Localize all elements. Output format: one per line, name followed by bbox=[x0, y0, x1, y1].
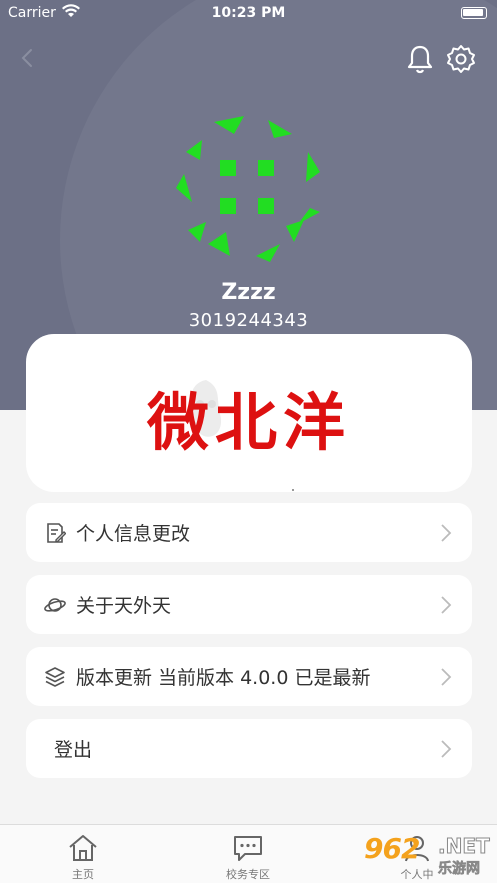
planet-icon bbox=[44, 597, 66, 612]
tab-campus-affairs[interactable]: 校务专区 bbox=[203, 833, 293, 882]
gear-icon[interactable] bbox=[446, 44, 476, 74]
battery-icon bbox=[461, 7, 487, 19]
layers-icon bbox=[45, 666, 65, 687]
home-icon bbox=[69, 835, 97, 861]
menu-item-label: 关于天外天 bbox=[76, 595, 172, 617]
banner-title: 微北洋 bbox=[146, 386, 351, 459]
chevron-right-icon bbox=[441, 596, 452, 614]
menu-item-about[interactable]: 关于天外天 bbox=[26, 575, 472, 634]
status-bar: Carrier 10:23 PM bbox=[0, 0, 497, 28]
logo-banner-card: 微北洋 bbox=[26, 334, 472, 492]
user-id: 3019244343 bbox=[188, 310, 309, 331]
tab-home[interactable]: 主页 bbox=[38, 833, 128, 882]
site-watermark: 962 .NET 乐游网 bbox=[364, 832, 494, 880]
menu-item-edit-profile[interactable]: 个人信息更改 bbox=[26, 503, 472, 562]
status-time: 10:23 PM bbox=[211, 5, 286, 21]
menu-item-label: 版本更新 当前版本 4.0.0 已是最新 bbox=[76, 667, 371, 689]
watermark-net: .NET bbox=[438, 834, 491, 859]
avatar[interactable] bbox=[170, 112, 322, 264]
menu-item-logout[interactable]: 登出 bbox=[26, 719, 472, 778]
chat-bubble-icon bbox=[234, 836, 262, 861]
edit-document-icon bbox=[47, 522, 66, 543]
decorative-dot bbox=[292, 489, 294, 491]
watermark-chinese: 乐游网 bbox=[438, 861, 481, 878]
chevron-right-icon bbox=[441, 740, 452, 758]
username: Zzzz bbox=[221, 280, 276, 305]
menu-item-label: 登出 bbox=[54, 739, 93, 761]
chevron-right-icon bbox=[441, 668, 452, 686]
back-chevron-icon[interactable] bbox=[16, 46, 40, 70]
watermark-number: 962 bbox=[364, 832, 420, 865]
tab-label: 校务专区 bbox=[226, 868, 270, 881]
menu-item-version-update[interactable]: 版本更新 当前版本 4.0.0 已是最新 bbox=[26, 647, 472, 706]
tab-label: 主页 bbox=[72, 868, 94, 881]
bell-icon[interactable] bbox=[406, 44, 434, 74]
chevron-right-icon bbox=[441, 524, 452, 542]
menu-item-label: 个人信息更改 bbox=[76, 523, 191, 545]
